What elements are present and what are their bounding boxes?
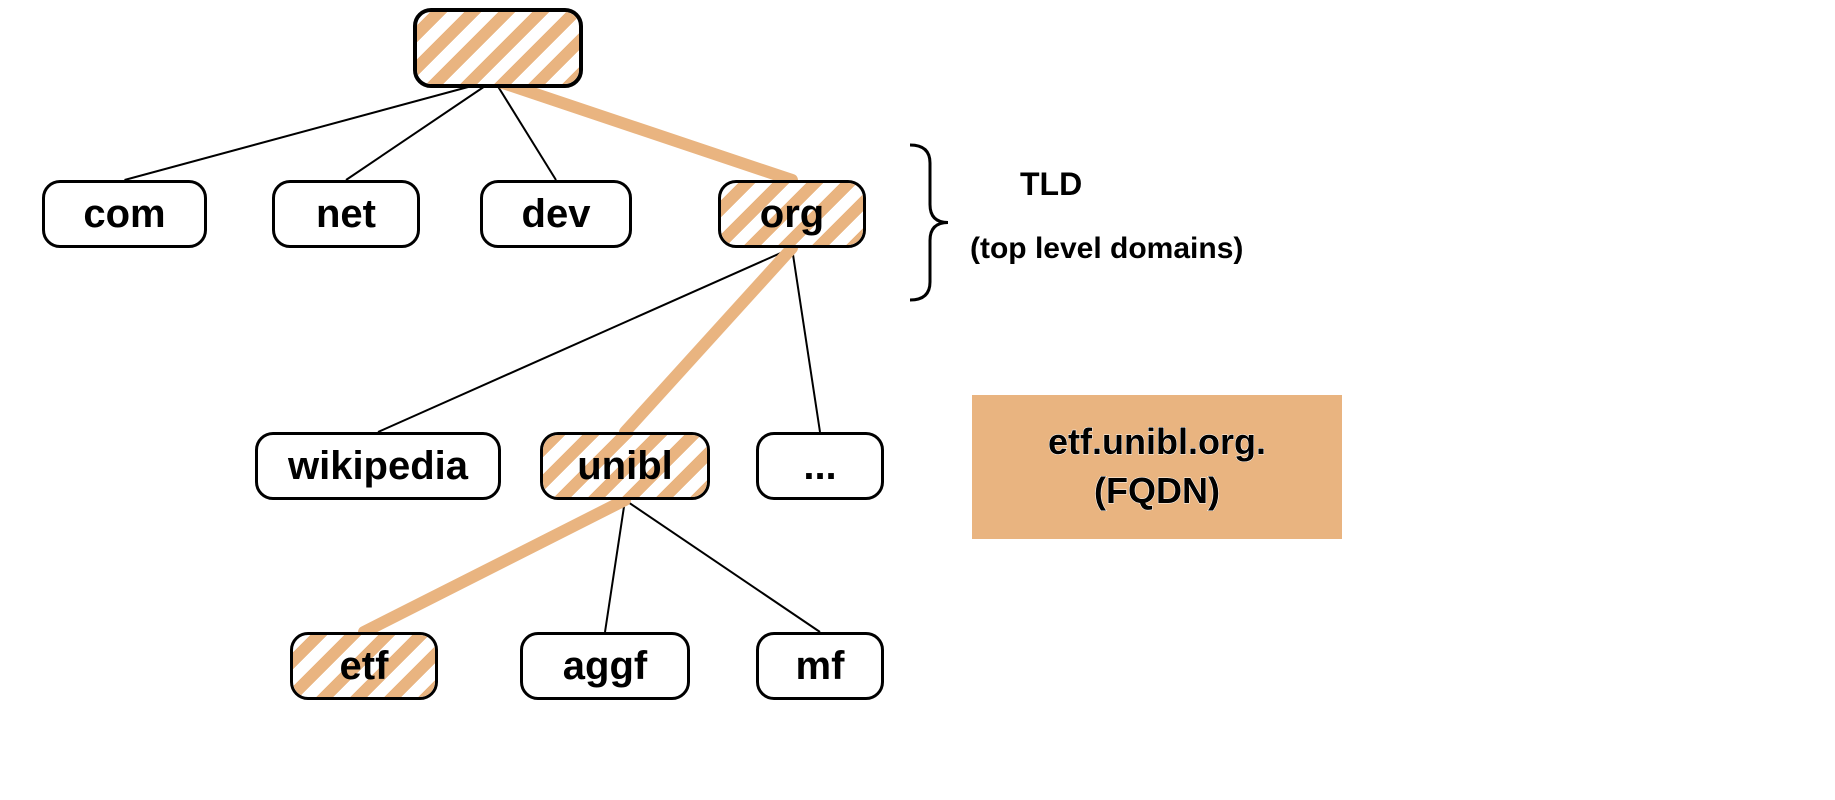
node-label: net (316, 192, 376, 237)
node-net: net (272, 180, 420, 248)
node-label: dev (522, 192, 591, 237)
node-wikipedia: wikipedia (255, 432, 501, 500)
node-label: ... (803, 444, 836, 489)
root-node (413, 8, 583, 88)
tld-label-line1: TLD (1020, 166, 1082, 203)
node-label: unibl (577, 444, 673, 489)
fqdn-line1: etf.unibl.org. (1048, 418, 1266, 467)
node-label: com (83, 192, 165, 237)
node-etf: etf (290, 632, 438, 700)
diagram-edges (0, 0, 1835, 800)
node-dev: dev (480, 180, 632, 248)
node-label: wikipedia (288, 444, 468, 489)
node-com: com (42, 180, 207, 248)
fqdn-box: etf.unibl.org. (FQDN) (972, 395, 1342, 539)
node-dots: ... (756, 432, 884, 500)
fqdn-line2: (FQDN) (1094, 467, 1220, 516)
node-label: mf (796, 644, 845, 689)
node-label: etf (340, 644, 389, 689)
node-aggf: aggf (520, 632, 690, 700)
node-mf: mf (756, 632, 884, 700)
node-label: aggf (563, 644, 647, 689)
tld-label-line2: (top level domains) (970, 232, 1243, 266)
node-unibl: unibl (540, 432, 710, 500)
node-org: org (718, 180, 866, 248)
node-label: org (760, 192, 824, 237)
